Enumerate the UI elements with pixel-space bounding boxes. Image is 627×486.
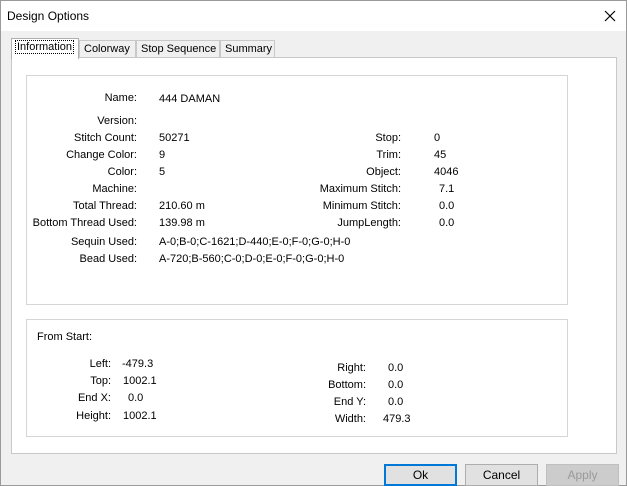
version-label: Version: — [97, 115, 137, 127]
cancel-button[interactable]: Cancel — [465, 464, 538, 486]
top-label: Top: — [90, 375, 111, 387]
tab-stop-sequence-label: Stop Sequence — [141, 43, 217, 55]
maximum-stitch-value: 7.1 — [439, 183, 455, 195]
right-value: 0.0 — [388, 362, 404, 374]
trim-value: 45 — [434, 149, 447, 161]
design-options-dialog: Design Options Information Colorway Stop… — [0, 0, 627, 486]
minimum-stitch-value: 0.0 — [439, 200, 455, 212]
from-start-group: From Start: Left: -479.3 Top: 1002.1 End… — [26, 319, 568, 437]
width-label: Width: — [334, 413, 366, 425]
total-thread-value: 210.60 m — [159, 200, 205, 212]
left-label: Left: — [89, 358, 111, 370]
right-label: Right: — [337, 362, 366, 374]
sequin-used-label: Sequin Used: — [70, 236, 137, 248]
left-value: -479.3 — [122, 358, 154, 370]
end-y-label: End Y: — [333, 396, 366, 408]
tab-summary-label: Summary — [225, 43, 273, 55]
tab-summary[interactable]: Summary — [220, 40, 275, 58]
minimum-stitch-label: Minimum Stitch: — [322, 200, 401, 212]
width-value: 479.3 — [383, 413, 411, 425]
bottom-thread-value: 139.98 m — [159, 217, 205, 229]
tab-stop-sequence[interactable]: Stop Sequence — [136, 40, 220, 58]
jump-length-value: 0.0 — [439, 217, 455, 229]
bottom-thread-label: Bottom Thread Used: — [32, 217, 137, 229]
color-value: 5 — [159, 166, 166, 178]
name-label: Name: — [104, 92, 137, 104]
end-x-label: End X: — [77, 392, 111, 404]
ok-button[interactable]: Ok — [384, 464, 457, 486]
bead-used-value: A-720;B-560;C-0;D-0;E-0;F-0;G-0;H-0 — [159, 253, 345, 265]
maximum-stitch-label: Maximum Stitch: — [319, 183, 401, 195]
change-color-label: Change Color: — [66, 149, 137, 161]
window-title: Design Options — [7, 9, 90, 23]
design-info-group: Name: 444 DAMAN Version: Stitch Count: 5… — [26, 75, 568, 305]
change-color-value: 9 — [159, 149, 166, 161]
stitch-count-label: Stitch Count: — [74, 132, 137, 144]
bottom-value: 0.0 — [388, 379, 404, 391]
tab-colorway[interactable]: Colorway — [79, 40, 136, 58]
close-icon — [604, 10, 616, 22]
object-label: Object: — [366, 166, 401, 178]
information-panel: Name: 444 DAMAN Version: Stitch Count: 5… — [11, 57, 617, 454]
apply-button[interactable]: Apply — [546, 464, 619, 486]
tab-colorway-label: Colorway — [84, 43, 130, 55]
end-y-value: 0.0 — [388, 396, 404, 408]
end-x-value: 0.0 — [128, 392, 144, 404]
from-start-heading: From Start: — [37, 331, 93, 343]
object-value: 4046 — [434, 166, 459, 178]
total-thread-label: Total Thread: — [72, 200, 137, 212]
bead-used-label: Bead Used: — [79, 253, 137, 265]
top-value: 1002.1 — [123, 375, 157, 387]
height-label: Height: — [76, 410, 111, 422]
height-value: 1002.1 — [123, 410, 157, 422]
color-label: Color: — [107, 166, 137, 178]
stop-label: Stop: — [375, 132, 401, 144]
bottom-label: Bottom: — [328, 379, 366, 391]
sequin-used-value: A-0;B-0;C-1621;D-440;E-0;F-0;G-0;H-0 — [159, 236, 351, 248]
tab-information[interactable]: Information — [11, 38, 79, 59]
title-bar: Design Options — [1, 1, 626, 31]
stitch-count-value: 50271 — [159, 132, 190, 144]
stop-value: 0 — [434, 132, 441, 144]
machine-label: Machine: — [92, 183, 137, 195]
trim-label: Trim: — [376, 149, 401, 161]
close-button[interactable] — [594, 1, 626, 31]
name-value: 444 DAMAN — [159, 93, 221, 105]
jump-length-label: JumpLength: — [337, 217, 401, 229]
tab-information-label: Information — [14, 40, 75, 54]
